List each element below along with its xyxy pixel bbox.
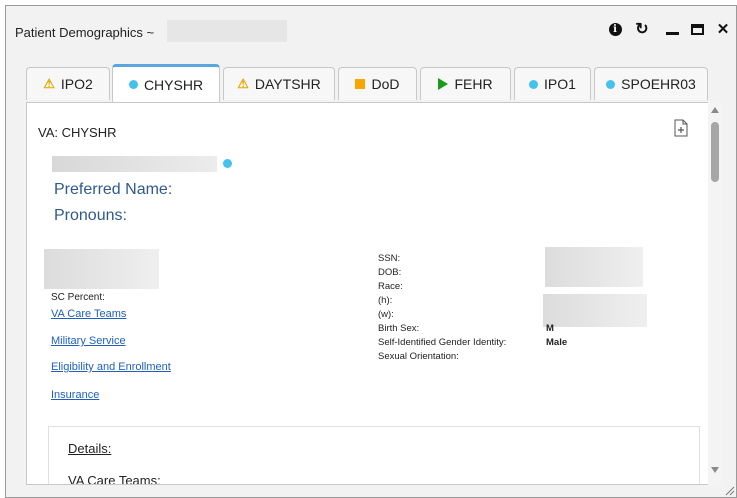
tab-label: CHYSHR xyxy=(143,76,204,93)
scroll-up-arrow-icon[interactable] xyxy=(711,107,719,113)
tab-fehr[interactable]: FEHR xyxy=(420,67,511,100)
details-va-care-teams: VA Care Teams: xyxy=(68,473,161,485)
scroll-thumb[interactable] xyxy=(711,122,719,182)
field-label-birth-sex: Birth Sex: xyxy=(378,323,420,334)
dot-icon xyxy=(128,80,138,89)
tab-ipo1[interactable]: IPO1 xyxy=(514,67,591,100)
pronouns-label: Pronouns: xyxy=(54,207,127,224)
warning-icon: ⚠ xyxy=(237,76,249,91)
field-label-dob: DOB: xyxy=(378,267,402,278)
field-label-work-phone: (w): xyxy=(378,309,394,320)
resize-grip-icon[interactable] xyxy=(723,484,735,496)
square-icon xyxy=(355,79,366,89)
field-label-gender-identity: Self-Identified Gender Identity: xyxy=(378,337,507,348)
tab-label: SPOEHR03 xyxy=(621,76,696,92)
export-document-icon[interactable] xyxy=(674,119,688,137)
field-label-sexual-orientation: Sexual Orientation: xyxy=(378,351,459,362)
tab-ipo2[interactable]: ⚠ IPO2 xyxy=(26,67,110,100)
redacted-ssn-dob xyxy=(545,247,643,287)
redacted-patient-name xyxy=(52,156,217,172)
tab-label: IPO2 xyxy=(60,76,93,92)
tab-label: IPO1 xyxy=(544,76,576,92)
status-dot-icon xyxy=(223,159,232,168)
panel-title: VA: CHYSHR xyxy=(38,125,117,140)
tab-label: DoD xyxy=(371,76,400,92)
details-title: Details: xyxy=(68,441,112,456)
close-icon[interactable]: ✕ xyxy=(715,20,731,38)
field-label-ssn: SSN: xyxy=(378,253,401,264)
preferred-name-label: Preferred Name: xyxy=(54,181,173,198)
tab-label: FEHR xyxy=(454,76,493,92)
redacted-photo xyxy=(44,249,159,289)
tab-daytshr[interactable]: ⚠ DAYTSHR xyxy=(223,67,335,100)
play-icon xyxy=(438,78,449,90)
warning-icon: ⚠ xyxy=(43,76,55,91)
title-bar: Patient Demographics ~ i ↻ ✕ xyxy=(6,6,736,50)
patient-demographics-window: Patient Demographics ~ i ↻ ✕ ⚠ IPO2 CHYS… xyxy=(5,5,737,498)
dot-icon xyxy=(529,79,539,89)
redacted-patient-name xyxy=(167,20,287,42)
sc-percent-label: SC Percent: xyxy=(51,292,105,303)
tab-dod[interactable]: DoD xyxy=(338,67,417,100)
scroll-down-arrow-icon[interactable] xyxy=(711,467,719,473)
field-label-race: Race: xyxy=(378,281,403,292)
link-va-care-teams[interactable]: VA Care Teams xyxy=(51,308,126,320)
link-eligibility-enrollment[interactable]: Eligibility and Enrollment xyxy=(51,361,171,373)
link-insurance[interactable]: Insurance xyxy=(51,389,99,401)
tab-spoehr03[interactable]: SPOEHR03 xyxy=(594,67,708,100)
minimize-icon[interactable] xyxy=(664,20,680,38)
refresh-icon[interactable]: ↻ xyxy=(632,20,652,38)
tab-chyshr[interactable]: CHYSHR xyxy=(112,64,220,102)
tab-label: DAYTSHR xyxy=(254,76,321,92)
details-section: Details: VA Care Teams: xyxy=(48,426,700,485)
field-label-home-phone: (h): xyxy=(378,295,393,306)
window-title: Patient Demographics ~ xyxy=(15,25,155,40)
maximize-icon[interactable] xyxy=(689,20,705,38)
info-icon[interactable]: i xyxy=(607,20,623,38)
field-value-birth-sex: M xyxy=(546,323,554,334)
demographics-panel: VA: CHYSHR Preferred Name: Pronouns: SC … xyxy=(26,102,720,485)
dot-icon xyxy=(606,79,616,89)
redacted-phones xyxy=(543,294,647,327)
field-value-gender-identity: Male xyxy=(546,337,568,348)
link-military-service[interactable]: Military Service xyxy=(51,335,126,347)
vertical-scrollbar[interactable] xyxy=(708,102,722,485)
